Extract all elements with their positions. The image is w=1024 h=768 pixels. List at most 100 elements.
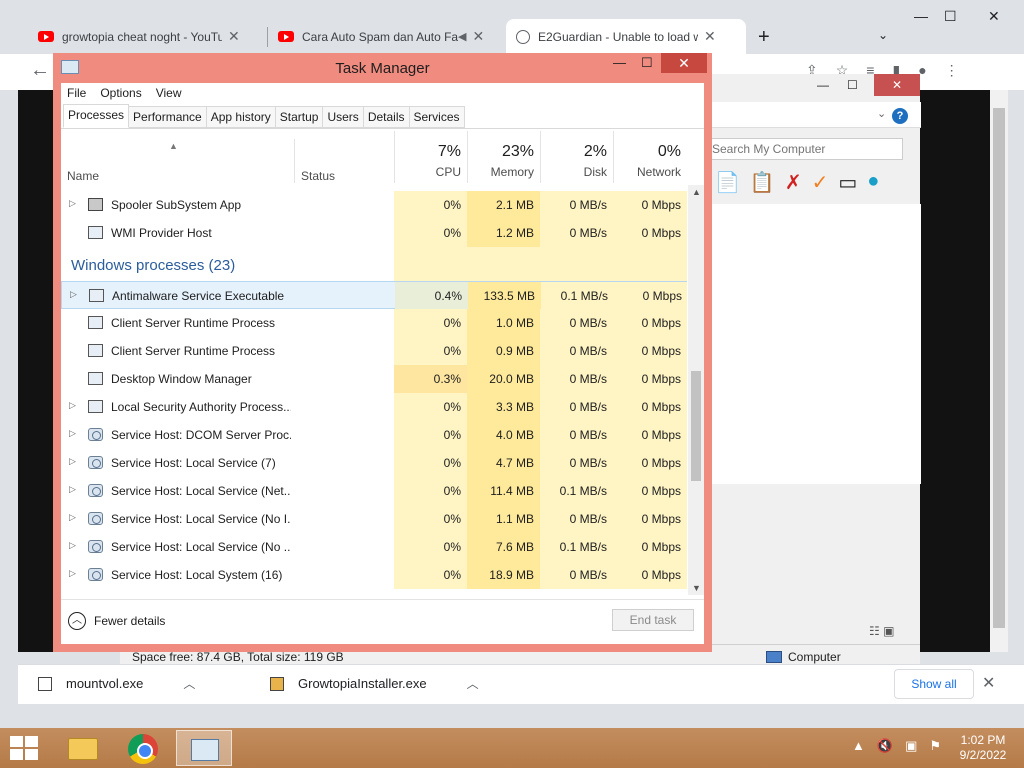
maximize-icon[interactable]: ☐ <box>847 78 858 92</box>
download-item[interactable]: GrowtopiaInstaller.exe ︿ <box>270 675 479 692</box>
network-icon[interactable]: ▣ <box>905 738 917 754</box>
tab-services[interactable]: Services <box>409 106 465 128</box>
help-icon[interactable]: ? <box>892 108 908 124</box>
view-mode-icons[interactable]: ☷ ▣ <box>869 624 894 638</box>
column-cpu[interactable]: 7% CPU <box>394 131 467 183</box>
table-row[interactable]: ▷ Service Host: Local Service (7) 0% 4.7… <box>61 449 687 477</box>
download-filename: mountvol.exe <box>66 676 144 691</box>
process-list-scrollbar[interactable]: ▲ ▼ <box>688 185 704 595</box>
system-clock[interactable]: 1:02 PM 9/2/2022 <box>950 733 1016 763</box>
menu-view[interactable]: View <box>156 86 182 100</box>
download-item[interactable]: mountvol.exe ︿ <box>38 675 195 692</box>
table-row[interactable]: ▷ Antimalware Service Executable 0.4% 13… <box>61 281 687 310</box>
expand-chevron-icon[interactable]: ▷ <box>69 540 76 551</box>
tab-startup[interactable]: Startup <box>275 106 324 128</box>
expand-chevron-icon[interactable]: ▷ <box>69 568 76 579</box>
expand-chevron-icon[interactable]: ▷ <box>69 484 76 495</box>
column-header: ▲ Name Status 7% CPU 23% Memory 2% Disk … <box>61 131 704 183</box>
tab-details[interactable]: Details <box>363 106 410 128</box>
close-downloads-icon[interactable]: ✕ <box>982 673 995 693</box>
table-row[interactable]: ▷ Service Host: DCOM Server Proc... 0% 4… <box>61 421 687 449</box>
close-tab-icon[interactable]: ✕ <box>704 28 716 45</box>
close-tab-icon[interactable]: ✕ <box>228 28 240 45</box>
chevron-up-icon[interactable]: ︿ <box>183 675 195 692</box>
table-row[interactable]: ▷ Service Host: Local Service (No I... 0… <box>61 505 687 533</box>
browser-tab-3[interactable]: E2Guardian - Unable to load web ✕ <box>506 19 746 54</box>
delete-icon[interactable]: ✗ <box>785 170 802 195</box>
expand-chevron-icon[interactable]: ▷ <box>69 428 76 439</box>
process-icon <box>88 400 103 413</box>
chevron-up-icon[interactable]: ︿ <box>467 675 479 692</box>
expand-chevron-icon[interactable]: ▷ <box>69 400 76 411</box>
column-disk[interactable]: 2% Disk <box>540 131 613 183</box>
table-row[interactable]: Client Server Runtime Process 0% 0.9 MB … <box>61 337 687 365</box>
column-memory[interactable]: 23% Memory <box>467 131 540 183</box>
volume-muted-icon[interactable]: 🔇 <box>877 738 893 754</box>
expand-chevron-icon[interactable]: ▷ <box>70 289 77 300</box>
scroll-down-icon[interactable]: ▼ <box>692 583 701 593</box>
network-globe-icon[interactable]: ● <box>867 170 879 195</box>
maximize-icon[interactable]: ☐ <box>641 55 653 71</box>
table-row[interactable]: ▷ Service Host: Local Service (Net... 0%… <box>61 477 687 505</box>
table-row[interactable]: ▷ Service Host: Local Service (No ... 0%… <box>61 533 687 561</box>
column-status[interactable]: Status <box>301 169 335 183</box>
table-row[interactable]: ▷ Local Security Authority Process... 0%… <box>61 393 687 421</box>
tab-users[interactable]: Users <box>323 106 364 128</box>
tab-processes[interactable]: Processes <box>63 104 130 128</box>
minimize-icon[interactable]: — <box>914 8 928 24</box>
copy-icon[interactable]: 📄 <box>715 170 740 195</box>
task-manager-titlebar[interactable]: Task Manager — ☐ ✕ <box>53 53 712 83</box>
address-bar[interactable]: ⌄ <box>707 102 921 128</box>
taskbar-chrome[interactable] <box>115 730 171 766</box>
browser-tab-title: Cara Auto Spam dan Auto Fa <box>302 29 458 44</box>
page-scrollbar[interactable] <box>990 90 1008 652</box>
maximize-icon[interactable]: ☐ <box>944 8 957 25</box>
table-row[interactable]: Desktop Window Manager 0.3% 20.0 MB 0 MB… <box>61 365 687 393</box>
printer-icon <box>88 198 103 211</box>
expand-chevron-icon[interactable]: ▷ <box>69 456 76 467</box>
browser-tab-1[interactable]: growtopia cheat noght - YouTube ✕ <box>28 19 268 54</box>
column-name[interactable]: Name <box>67 169 99 183</box>
back-arrow-icon[interactable]: ← <box>30 59 50 82</box>
sort-arrow-icon: ▲ <box>169 141 178 151</box>
tab-search-chevron-icon[interactable]: ⌄ <box>878 28 888 42</box>
table-row[interactable]: WMI Provider Host 0% 1.2 MB 0 MB/s 0 Mbp… <box>61 219 687 247</box>
table-row[interactable]: ▷ Spooler SubSystem App 0% 2.1 MB 0 MB/s… <box>61 191 687 219</box>
downloads-bar: mountvol.exe ︿ GrowtopiaInstaller.exe ︿ … <box>18 664 1024 704</box>
clock-date: 9/2/2022 <box>959 748 1007 762</box>
scroll-up-icon[interactable]: ▲ <box>692 187 701 197</box>
cpu-label: CPU <box>435 165 461 179</box>
taskbar-explorer[interactable] <box>54 730 110 766</box>
close-tab-icon[interactable]: ✕ <box>472 28 484 45</box>
rename-icon[interactable]: ▭ <box>838 170 857 195</box>
column-network[interactable]: 0% Network <box>613 131 687 183</box>
memory-label: Memory <box>490 165 534 179</box>
close-window-icon[interactable]: ✕ <box>874 74 920 96</box>
minimize-icon[interactable]: — <box>817 78 829 92</box>
kebab-menu-icon[interactable]: ⋮ <box>945 62 959 79</box>
close-window-icon[interactable]: ✕ <box>661 53 707 73</box>
table-row[interactable]: ▷ Service Host: Local System (16) 0% 18.… <box>61 561 687 589</box>
tray-overflow-icon[interactable]: ▲ <box>852 738 865 754</box>
expand-chevron-icon[interactable]: ▷ <box>69 512 76 523</box>
menu-options[interactable]: Options <box>100 86 141 100</box>
tab-performance[interactable]: Performance <box>129 106 207 128</box>
tab-app-history[interactable]: App history <box>206 106 276 128</box>
show-all-button[interactable]: Show all <box>894 669 974 699</box>
browser-tab-2[interactable]: Cara Auto Spam dan Auto Fa ◀ ✕ <box>268 19 506 54</box>
fewer-details-button[interactable]: ︿ Fewer details <box>68 612 165 630</box>
check-icon[interactable]: ✓ <box>812 170 829 195</box>
close-window-icon[interactable]: ✕ <box>988 8 1000 25</box>
start-windows-icon[interactable] <box>10 736 38 760</box>
taskbar-task-manager[interactable] <box>176 730 232 766</box>
end-task-button[interactable]: End task <box>612 609 694 631</box>
new-tab-icon[interactable]: + <box>758 26 770 49</box>
scroll-thumb[interactable] <box>691 371 701 481</box>
minimize-icon[interactable]: — <box>613 55 626 70</box>
table-row[interactable]: Client Server Runtime Process 0% 1.0 MB … <box>61 309 687 337</box>
search-input[interactable] <box>707 138 903 160</box>
paste-icon[interactable]: 📋 <box>750 170 775 195</box>
menu-file[interactable]: File <box>67 86 86 100</box>
action-center-icon[interactable]: ⚑ <box>929 738 941 754</box>
expand-chevron-icon[interactable]: ▷ <box>69 198 76 209</box>
